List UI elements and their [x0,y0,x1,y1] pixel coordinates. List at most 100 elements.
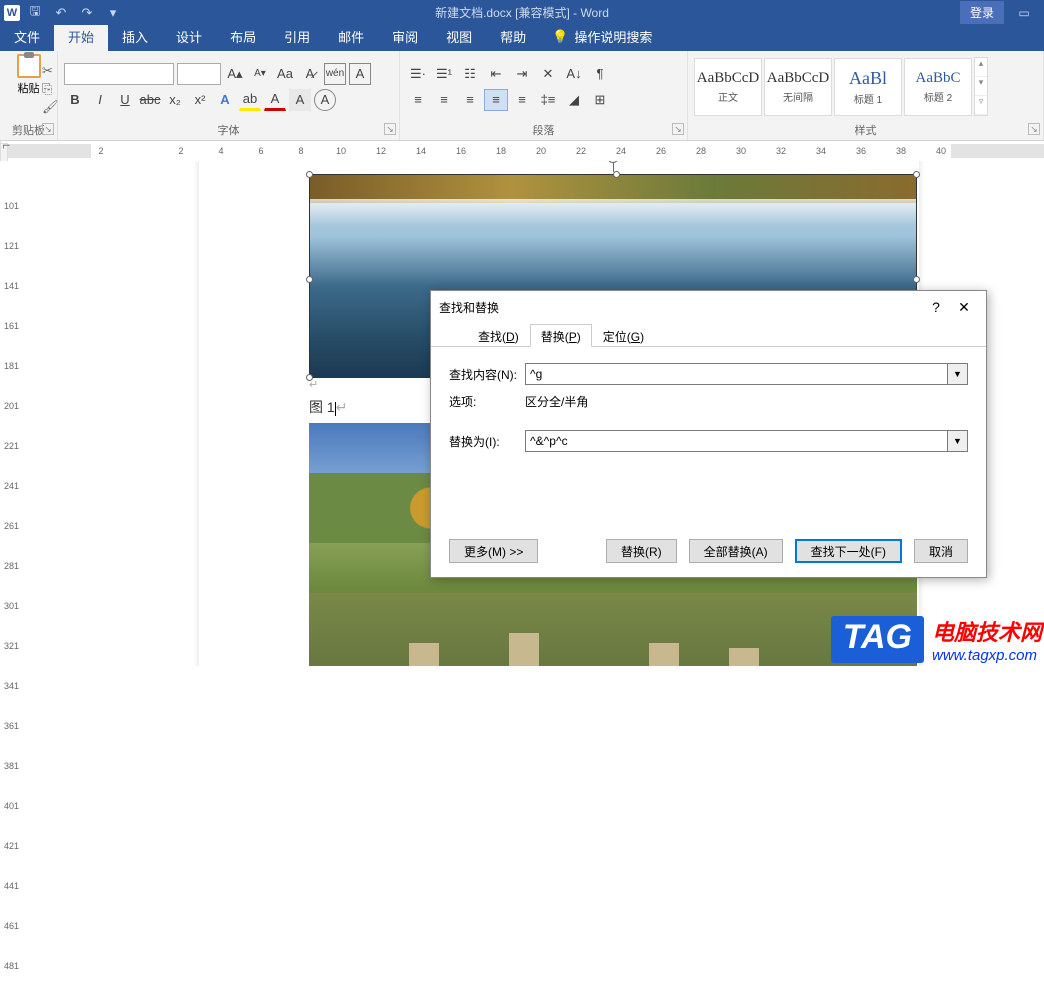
bullets-icon[interactable]: ☰· [406,63,430,85]
superscript-button[interactable]: x² [189,89,211,111]
paragraph-group-label: 段落↘ [400,122,687,140]
replace-button[interactable]: 替换(R) [606,539,677,563]
save-icon[interactable]: 🖫 [24,2,46,24]
resize-handle-tl[interactable] [306,171,313,178]
format-painter-icon[interactable]: 🖌 [42,99,59,115]
tab-file[interactable]: 文件 [0,22,54,51]
resize-handle-r[interactable] [913,276,920,283]
resize-handle-l[interactable] [306,276,313,283]
tab-goto[interactable]: 定位(G) [592,324,655,347]
line-spacing-icon[interactable]: ‡≡ [536,89,560,111]
dialog-close-icon[interactable]: ✕ [950,295,978,319]
dialog-titlebar[interactable]: 查找和替换 ? ✕ [431,291,986,323]
subscript-button[interactable]: x₂ [164,89,186,111]
replace-dropdown-icon[interactable]: ▼ [948,430,968,452]
font-dialog-launcher[interactable]: ↘ [384,123,396,135]
tab-home[interactable]: 开始 [54,22,108,51]
clipboard-dialog-launcher[interactable]: ↘ [42,123,54,135]
grow-font-icon[interactable]: A▴ [224,63,246,85]
more-button[interactable]: 更多(M) >> [449,539,538,563]
watermark-line2: www.tagxp.com [932,647,1037,664]
options-value: 区分全/半角 [525,393,588,410]
style-heading2[interactable]: AaBbC标题 2 [904,58,972,116]
dialog-title: 查找和替换 [439,299,499,316]
asian-layout-icon[interactable]: ✕ [536,63,560,85]
undo-icon[interactable]: ↶ [50,2,72,24]
replace-all-button[interactable]: 全部替换(A) [689,539,783,563]
shading-icon[interactable]: ◢ [562,89,586,111]
cancel-button[interactable]: 取消 [914,539,968,563]
group-paragraph: ☰· ☰¹ ☷ ⇤ ⇥ ✕ A↓ ¶ ≡ ≡ ≡ ≡ ≡ ‡≡ ◢ [400,51,688,140]
paste-icon [17,54,41,78]
font-size-combo[interactable] [177,63,221,85]
tell-me[interactable]: 💡 操作说明搜索 [540,22,664,51]
group-styles: AaBbCcD正文 AaBbCcD无间隔 AaBl标题 1 AaBbC标题 2 … [688,51,1044,140]
increase-indent-icon[interactable]: ⇥ [510,63,534,85]
vertical-ruler[interactable]: 1011211411611812012212412612813013213413… [0,161,24,666]
watermark: TAG 电脑技术网 www.tagxp.com [831,615,1042,664]
replace-label: 替换为(I): [449,433,525,450]
login-button[interactable]: 登录 [960,1,1004,24]
change-case-icon[interactable]: Aa [274,63,296,85]
numbering-icon[interactable]: ☰¹ [432,63,456,85]
align-left-icon[interactable]: ≡ [406,89,430,111]
clear-format-icon[interactable]: A̷ [299,63,321,85]
justify-icon[interactable]: ≡ [484,89,508,111]
tab-layout[interactable]: 布局 [216,22,270,51]
paragraph-dialog-launcher[interactable]: ↘ [672,123,684,135]
find-input[interactable] [525,363,948,385]
dialog-help-icon[interactable]: ? [922,295,950,319]
font-name-combo[interactable] [64,63,174,85]
rotate-handle[interactable] [607,161,619,163]
char-shading-icon[interactable]: A [289,89,311,111]
style-heading1[interactable]: AaBl标题 1 [834,58,902,116]
align-center-icon[interactable]: ≡ [432,89,456,111]
find-dropdown-icon[interactable]: ▼ [948,363,968,385]
distributed-icon[interactable]: ≡ [510,89,534,111]
text-effects-icon[interactable]: A [214,89,236,111]
font-color-icon[interactable]: A [264,89,286,111]
ribbon-options-icon[interactable]: ▭ [1004,0,1044,25]
tab-mailings[interactable]: 邮件 [324,22,378,51]
resize-handle-tr[interactable] [913,171,920,178]
copy-icon[interactable]: ⎘ [42,81,59,97]
redo-icon[interactable]: ↷ [76,2,98,24]
phonetic-icon[interactable]: wén [324,63,346,85]
shrink-font-icon[interactable]: A▾ [249,63,271,85]
group-clipboard: 粘贴 ✂ ⎘ 🖌 剪贴板↘ [0,51,58,140]
resize-handle-t[interactable] [613,171,620,178]
resize-handle-bl[interactable] [306,374,313,381]
style-no-spacing[interactable]: AaBbCcD无间隔 [764,58,832,116]
horizontal-ruler[interactable]: 6422468101214161820222426283032343638404… [0,141,1044,161]
tab-help[interactable]: 帮助 [486,22,540,51]
left-tab-selector[interactable]: L [0,143,8,163]
tab-references[interactable]: 引用 [270,22,324,51]
tab-find[interactable]: 查找(D) [467,324,530,347]
char-border-icon[interactable]: A [349,63,371,85]
show-marks-icon[interactable]: ¶ [588,63,612,85]
enclose-char-icon[interactable]: A [314,89,336,111]
sort-icon[interactable]: A↓ [562,63,586,85]
italic-button[interactable]: I [89,89,111,111]
decrease-indent-icon[interactable]: ⇤ [484,63,508,85]
highlight-icon[interactable]: ab [239,89,261,111]
cut-icon[interactable]: ✂ [42,63,59,79]
style-normal[interactable]: AaBbCcD正文 [694,58,762,116]
align-right-icon[interactable]: ≡ [458,89,482,111]
tab-design[interactable]: 设计 [162,22,216,51]
tab-insert[interactable]: 插入 [108,22,162,51]
tab-replace[interactable]: 替换(P) [530,324,592,347]
tab-view[interactable]: 视图 [432,22,486,51]
multilevel-icon[interactable]: ☷ [458,63,482,85]
find-next-button[interactable]: 查找下一处(F) [795,539,902,563]
tell-me-label: 操作说明搜索 [574,27,652,46]
styles-scroll[interactable]: ▴▾▿ [974,57,988,116]
styles-dialog-launcher[interactable]: ↘ [1028,123,1040,135]
tab-review[interactable]: 审阅 [378,22,432,51]
qat-more-icon[interactable]: ▾ [102,2,124,24]
strike-button[interactable]: abc [139,89,161,111]
underline-button[interactable]: U [114,89,136,111]
bold-button[interactable]: B [64,89,86,111]
borders-icon[interactable]: ⊞ [588,89,612,111]
replace-input[interactable] [525,430,948,452]
